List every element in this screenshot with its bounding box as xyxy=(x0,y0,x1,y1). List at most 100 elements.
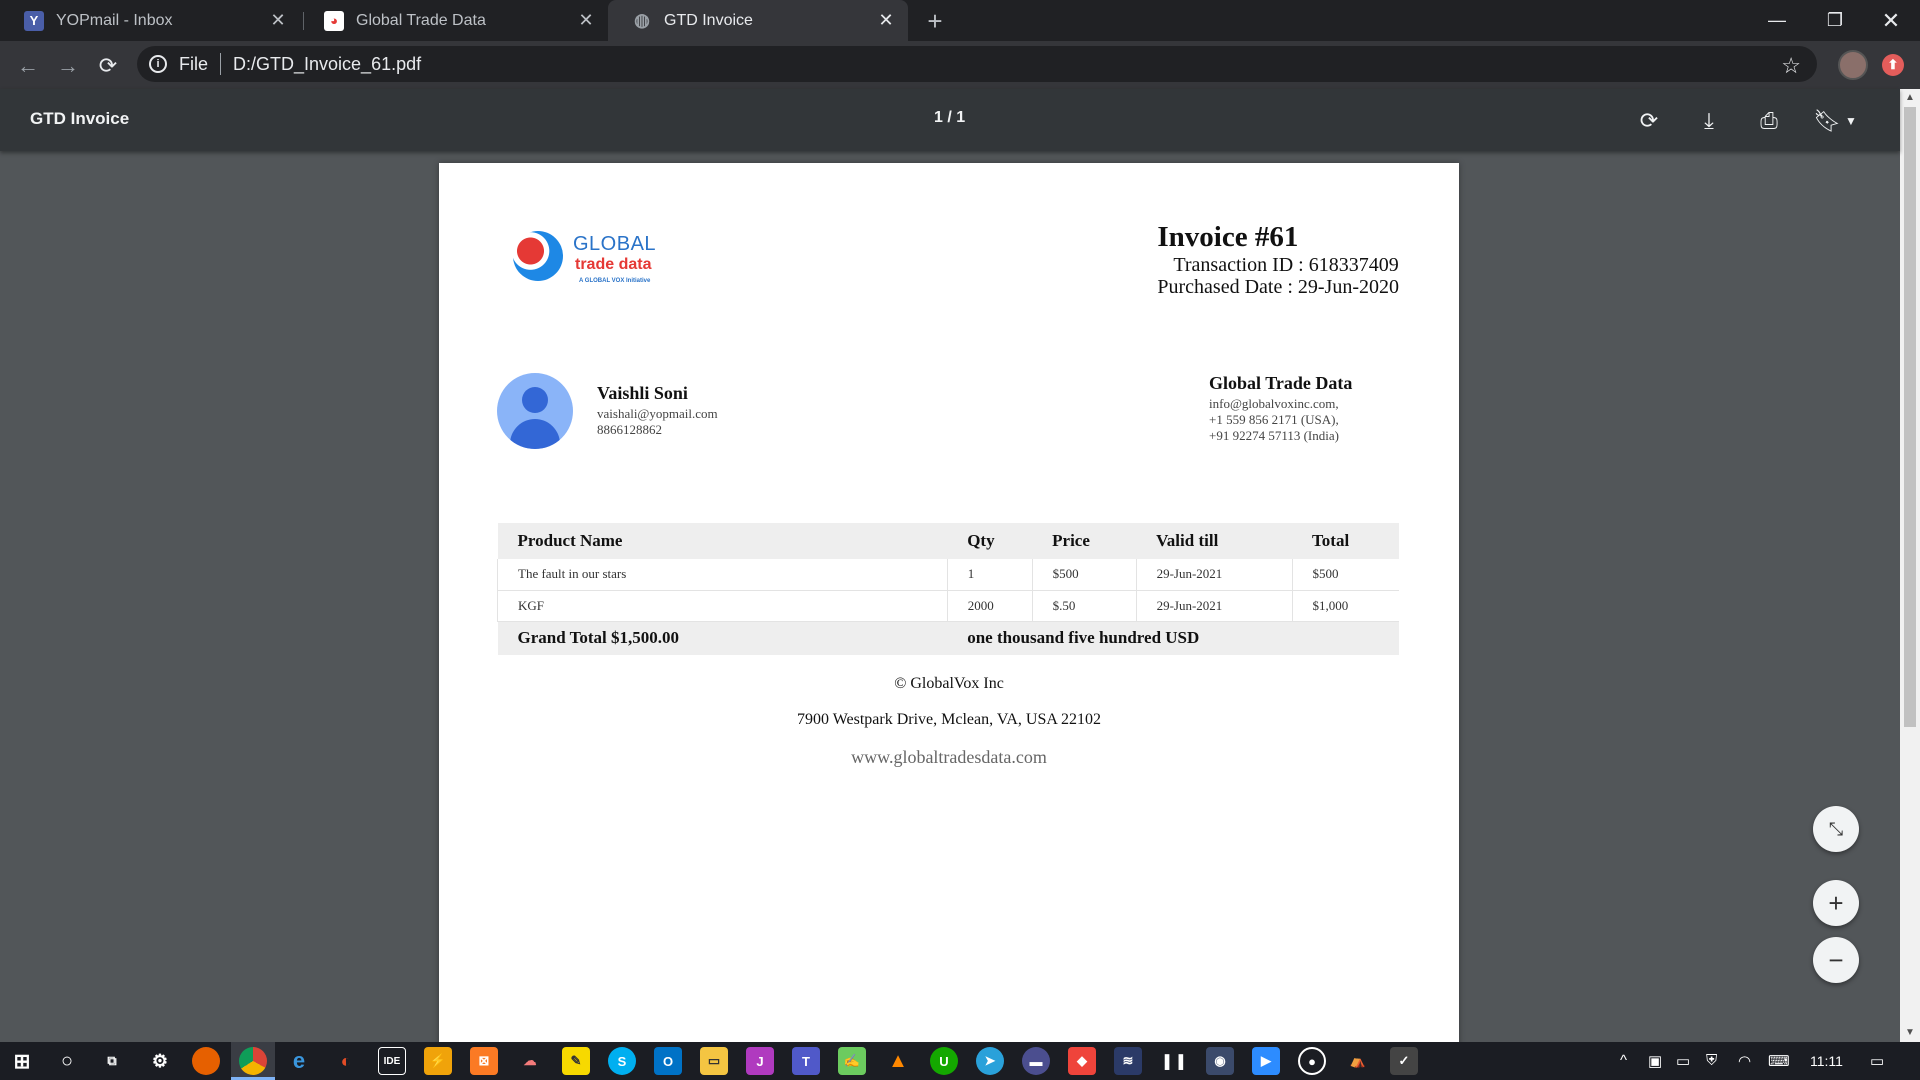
app-icon[interactable]: IDE xyxy=(378,1047,406,1075)
close-icon[interactable]: ✕ xyxy=(572,7,600,35)
cell-valid-till: 29-Jun-2021 xyxy=(1136,559,1293,591)
app-icon[interactable]: ✓ xyxy=(1390,1047,1418,1075)
taskbar-clock[interactable]: 11:11 xyxy=(1810,1053,1843,1069)
teams-icon[interactable]: T xyxy=(792,1047,820,1075)
info-icon[interactable]: i xyxy=(149,55,167,73)
customer-avatar-icon xyxy=(497,373,573,449)
firefox-icon[interactable] xyxy=(192,1047,220,1075)
cell-total: $500 xyxy=(1292,559,1399,591)
close-icon[interactable]: ✕ xyxy=(872,7,900,35)
tray-app-icon[interactable]: ▣ xyxy=(1648,1052,1662,1070)
print-icon[interactable]: ⎙ xyxy=(1753,105,1785,137)
chevron-up-icon[interactable]: ^ xyxy=(1620,1052,1627,1069)
gtd-logo: GLOBAL trade data A GLOBAL VOX Initiativ… xyxy=(499,223,669,293)
customer-name: Vaishli Soni xyxy=(597,383,688,403)
extension-icon[interactable]: ⬆ xyxy=(1882,54,1904,76)
grand-total: Grand Total $1,500.00 xyxy=(497,621,948,655)
scroll-up-arrow-icon[interactable]: ▲ xyxy=(1905,92,1915,103)
invoice-number: Invoice #61 xyxy=(1157,221,1299,253)
telegram-icon[interactable]: ➤ xyxy=(976,1047,1004,1075)
zoom-icon[interactable]: ▶ xyxy=(1252,1047,1280,1075)
invoice-items-table: Product Name Qty Price Valid till Total … xyxy=(497,523,1399,655)
download-icon[interactable]: ⤓ xyxy=(1693,105,1725,137)
pdf-document-title: GTD Invoice xyxy=(30,109,130,128)
anydesk-icon[interactable]: ◆ xyxy=(1068,1047,1096,1075)
notification-icon[interactable]: ▭ xyxy=(1870,1052,1884,1070)
tab-yopmail[interactable]: Y YOPmail - Inbox ✕ xyxy=(0,0,300,41)
globe-logo-icon xyxy=(513,231,563,281)
address-bar[interactable]: i File D:/GTD_Invoice_61.pdf ☆ xyxy=(137,46,1817,82)
customer-phone: 8866128862 xyxy=(597,422,662,437)
wifi-icon[interactable]: ◠ xyxy=(1738,1052,1751,1070)
file-explorer-icon[interactable]: ▭ xyxy=(700,1047,728,1075)
windows-start-icon[interactable]: ⊞ xyxy=(8,1047,36,1075)
tab-global-trade-data[interactable]: ◕ Global Trade Data ✕ xyxy=(300,0,608,41)
zoom-in-button[interactable]: + xyxy=(1813,880,1859,926)
reload-button[interactable]: ⟳ xyxy=(92,50,124,82)
cell-valid-till: 29-Jun-2021 xyxy=(1136,590,1293,622)
seller-phone-india: +91 92274 57113 (India) xyxy=(1209,428,1339,443)
col-header-qty: Qty xyxy=(947,523,1033,559)
bookmark-icon[interactable]: 🔖︎ ▼ xyxy=(1813,105,1857,137)
outlook-icon[interactable]: O xyxy=(654,1047,682,1075)
battery-icon[interactable]: ▭ xyxy=(1676,1052,1690,1070)
new-tab-button[interactable]: + xyxy=(920,6,950,36)
chrome-icon[interactable] xyxy=(239,1047,267,1075)
yopmail-icon: Y xyxy=(24,10,44,31)
cell-qty: 1 xyxy=(947,559,1033,591)
restore-button[interactable]: ❐ xyxy=(1806,0,1864,41)
vlc-icon[interactable]: ▲ xyxy=(884,1047,912,1075)
app-icon[interactable]: ▬ xyxy=(1022,1047,1050,1075)
scrollbar-thumb[interactable] xyxy=(1904,107,1916,727)
settings-icon[interactable]: ⚙ xyxy=(146,1047,174,1075)
url-text[interactable]: D:/GTD_Invoice_61.pdf xyxy=(233,54,421,75)
keyboard-icon[interactable]: ⌨ xyxy=(1768,1052,1790,1070)
app-icon[interactable]: ● xyxy=(1298,1047,1326,1075)
logo-tagline: A GLOBAL VOX Initiative xyxy=(579,278,651,284)
app-icon[interactable]: ≋ xyxy=(1114,1047,1142,1075)
table-row: The fault in our stars 1 $500 29-Jun-202… xyxy=(497,559,1399,591)
zoom-out-button[interactable]: − xyxy=(1813,937,1859,983)
jetbrains-icon[interactable]: J xyxy=(746,1047,774,1075)
cell-price: $.50 xyxy=(1032,590,1137,622)
bookmark-star-icon[interactable]: ☆ xyxy=(1781,53,1801,79)
app-icon[interactable]: ▌▐ xyxy=(1160,1047,1188,1075)
profile-avatar[interactable] xyxy=(1838,50,1868,80)
app-icon[interactable]: ☁ xyxy=(516,1047,544,1075)
task-view-icon[interactable]: ⧉ xyxy=(98,1047,126,1075)
app-icon[interactable]: ◐ xyxy=(332,1047,360,1075)
close-window-button[interactable]: ✕ xyxy=(1862,0,1920,41)
tab-strip: Y YOPmail - Inbox ✕ ◕ Global Trade Data … xyxy=(0,0,1920,41)
app-icon[interactable]: ⊠ xyxy=(470,1047,498,1075)
shield-icon[interactable]: ⛨ xyxy=(1706,1052,1717,1069)
seller-email: info@globalvoxinc.com, xyxy=(1209,396,1339,411)
tab-gtd-invoice[interactable]: ◍ GTD Invoice ✕ xyxy=(608,0,908,41)
search-icon[interactable]: ○ xyxy=(53,1047,81,1075)
seller-info: Global Trade Data info@globalvoxinc.com,… xyxy=(1209,373,1352,444)
sticky-notes-icon[interactable]: ✎ xyxy=(562,1047,590,1075)
col-header-price: Price xyxy=(1032,523,1137,559)
minimize-button[interactable]: — xyxy=(1748,0,1806,41)
upwork-icon[interactable]: U xyxy=(930,1047,958,1075)
back-button[interactable]: ← xyxy=(12,50,44,82)
vertical-scrollbar[interactable]: ▲ ▼ xyxy=(1900,89,1920,1042)
forward-button[interactable]: → xyxy=(52,50,84,82)
transaction-id: Transaction ID : 618337409 xyxy=(1173,254,1399,276)
skype-icon[interactable]: S xyxy=(608,1047,636,1075)
app-icon[interactable]: ◉ xyxy=(1206,1047,1234,1075)
pdf-toolbar: GTD Invoice 1 / 1 ⟳ ⤓ ⎙ 🔖︎ ▼ xyxy=(0,89,1900,151)
app-icon[interactable]: ⛺ xyxy=(1344,1047,1372,1075)
website-link[interactable]: www.globaltradesdata.com xyxy=(439,747,1459,768)
rotate-icon[interactable]: ⟳ xyxy=(1633,105,1665,137)
table-row: KGF 2000 $.50 29-Jun-2021 $1,000 xyxy=(497,590,1399,622)
logo-text-global: GLOBAL xyxy=(573,233,657,255)
close-icon[interactable]: ✕ xyxy=(264,7,292,35)
notepad-icon[interactable]: ✍ xyxy=(838,1047,866,1075)
pdf-viewer-area[interactable]: GLOBAL trade data A GLOBAL VOX Initiativ… xyxy=(0,151,1900,1042)
browser-toolbar: ← → ⟳ i File D:/GTD_Invoice_61.pdf ☆ ⬆ xyxy=(0,41,1920,89)
edge-icon[interactable]: e xyxy=(285,1047,313,1075)
app-icon[interactable]: ⚡ xyxy=(424,1047,452,1075)
scroll-down-arrow-icon[interactable]: ▼ xyxy=(1905,1027,1915,1038)
fit-to-page-button[interactable]: ⤡ xyxy=(1813,806,1859,852)
copyright-text: © GlobalVox Inc xyxy=(894,675,1004,692)
